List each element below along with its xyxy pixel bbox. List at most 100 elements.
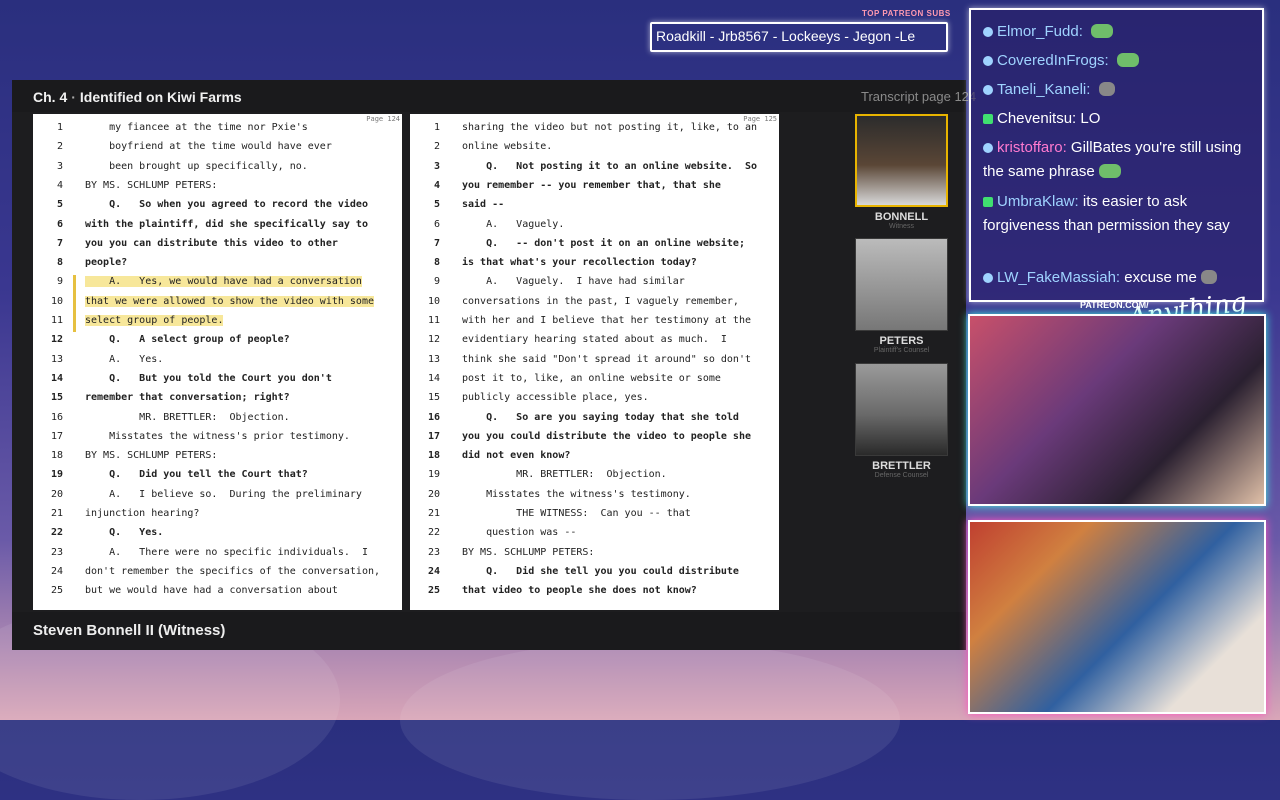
- line-text: boyfriend at the time would have ever: [85, 141, 332, 152]
- line-text-content: Q. So are you saying today that she told: [462, 411, 739, 423]
- line-number: 11: [427, 315, 440, 326]
- transcript-line: 18 did not even know?: [410, 450, 779, 469]
- line-text-content: Misstates the witness's testimony.: [462, 488, 691, 500]
- line-text: that we were allowed to show the video w…: [85, 295, 374, 307]
- transcript-line: 1 my fiancee at the time nor Pxie's: [33, 122, 402, 141]
- transcript-line: 12 Q. A select group of people?: [33, 334, 402, 353]
- transcript-line: 9 A. Yes, we would have had a conversati…: [33, 276, 402, 295]
- transcript-line: 21 THE WITNESS: Can you -- that: [410, 508, 779, 527]
- line-text: did not even know?: [462, 450, 570, 461]
- line-text-content: sharing the video but not posting it, li…: [462, 122, 758, 133]
- chat-text: excuse me: [1124, 269, 1197, 286]
- transcript-line: 17 you you could distribute the video to …: [410, 431, 779, 450]
- chat-username[interactable]: Elmor_Fudd:: [997, 23, 1083, 40]
- chat-message: UmbraKlaw: its easier to ask forgiveness…: [983, 190, 1253, 238]
- line-text: my fiancee at the time nor Pxie's: [85, 122, 308, 133]
- line-number: 14: [50, 372, 63, 384]
- transcript-line: 22 question was --: [410, 527, 779, 546]
- chat-username[interactable]: kristoffaro:: [997, 139, 1067, 156]
- transcript-line: 10 conversations in the past, I vaguely r…: [410, 296, 779, 315]
- line-number: 9: [56, 276, 63, 288]
- line-number: 8: [56, 257, 63, 269]
- chat-message: Chevenitsu: LO: [983, 107, 1253, 131]
- subscriber-badge-icon: [983, 85, 993, 95]
- line-text: think she said "Don't spread it around" …: [462, 354, 751, 365]
- witness-name: BRETTLER: [872, 460, 931, 472]
- transcript-line: 13 A. Yes.: [33, 354, 402, 373]
- line-number: 25: [427, 585, 440, 597]
- transcript-line: 8 people?: [33, 257, 402, 276]
- line-number: 17: [50, 430, 63, 442]
- chat-message: Taneli_Kaneli:: [983, 78, 1253, 102]
- line-number: 16: [427, 411, 440, 423]
- line-text-content: THE WITNESS: Can you -- that: [462, 508, 691, 519]
- line-text: Misstates the witness's testimony.: [462, 489, 691, 500]
- chat-username[interactable]: Chevenitsu:: [997, 110, 1076, 127]
- line-number: 15: [50, 392, 63, 404]
- line-number: 6: [56, 218, 63, 230]
- witness-card-bonnell: BONNELL Witness: [855, 114, 948, 230]
- chat-username[interactable]: UmbraKlaw:: [997, 193, 1079, 210]
- chat-username[interactable]: Taneli_Kaneli:: [997, 81, 1090, 98]
- line-text-content: question was --: [462, 527, 577, 539]
- line-text: A. Vaguely. I have had similar: [462, 276, 685, 287]
- line-text: Q. Not posting it to an online website. …: [462, 161, 757, 172]
- line-number: 8: [433, 257, 440, 269]
- line-number: 22: [427, 527, 440, 539]
- line-number: 11: [50, 315, 63, 326]
- transcript-line: 15 publicly accessible place, yes.: [410, 392, 779, 411]
- transcript-line: 24 Q. Did she tell you you could distrib…: [410, 566, 779, 585]
- line-text: BY MS. SCHLUMP PETERS:: [85, 180, 217, 191]
- transcript-line: 25 that video to people she does not know…: [410, 585, 779, 604]
- line-number: 6: [433, 218, 440, 230]
- line-text-content: that video to people she does not know?: [462, 585, 697, 597]
- transcript-line: 19 MR. BRETTLER: Objection.: [410, 469, 779, 488]
- current-witness-name: Steven Bonnell II (Witness): [33, 622, 226, 639]
- line-text-content: A. Vaguely.: [462, 218, 565, 230]
- emote-icon: [1200, 270, 1217, 284]
- line-text: evidentiary hearing stated about as much…: [462, 334, 727, 345]
- line-text-content: but we would have had a conversation abo…: [85, 585, 338, 597]
- line-text: Q. But you told the Court you don't: [85, 373, 332, 384]
- line-text: MR. BRETTLER: Objection.: [85, 412, 290, 423]
- line-text-content: Q. Did you tell the Court that?: [85, 469, 308, 481]
- line-text: post it to, like, an online website or s…: [462, 373, 721, 384]
- line-number: 17: [427, 430, 440, 442]
- chat-panel: Elmor_Fudd: CoveredInFrogs: Taneli_Kanel…: [969, 8, 1264, 302]
- emote-icon: [1098, 82, 1115, 96]
- line-text-content: Q. -- don't post it on an online website…: [462, 237, 745, 249]
- transcript-line: 3 Q. Not posting it to an online website…: [410, 161, 779, 180]
- line-number: 2: [56, 141, 63, 153]
- line-text: with the plaintiff, did she specifically…: [85, 219, 368, 230]
- chat-username[interactable]: LW_FakeMassiah:: [997, 269, 1120, 286]
- transcript-line: 4 you remember -- you remember that, that…: [410, 180, 779, 199]
- line-text: A. Vaguely.: [462, 219, 564, 230]
- line-number: 5: [56, 199, 63, 211]
- transcript-line: 18 BY MS. SCHLUMP PETERS:: [33, 450, 402, 469]
- transcript-line: 14 Q. But you told the Court you don't: [33, 373, 402, 392]
- transcript-line: 3 been brought up specifically, no.: [33, 161, 402, 180]
- transcript-line: 8 is that what's your recollection today?: [410, 257, 779, 276]
- chat-message: kristoffaro: GillBates you're still usin…: [983, 136, 1253, 184]
- mod-badge-icon: [983, 114, 993, 124]
- line-text: been brought up specifically, no.: [85, 161, 308, 172]
- line-text-content: did not even know?: [462, 450, 571, 462]
- patreon-subs-ticker: Roadkill - Jrb8567 - Lockeeys - Jegon -L…: [650, 22, 948, 52]
- transcript-line: 20 A. I believe so. During the prelimina…: [33, 489, 402, 508]
- line-text-content: BY MS. SCHLUMP PETERS:: [85, 450, 218, 462]
- transcript-page-left: Page 124 1 my fiancee at the time nor Px…: [33, 114, 402, 610]
- line-number: 7: [56, 237, 63, 249]
- line-number: 20: [50, 488, 63, 500]
- line-text-content: Q. A select group of people?: [85, 334, 290, 346]
- chat-username[interactable]: CoveredInFrogs:: [997, 52, 1109, 69]
- transcript-line: 6 with the plaintiff, did she specificall…: [33, 219, 402, 238]
- line-text: BY MS. SCHLUMP PETERS:: [85, 450, 217, 461]
- line-number: 19: [427, 469, 440, 481]
- line-number: 2: [433, 141, 440, 153]
- chat-message: LW_FakeMassiah: excuse me: [983, 266, 1253, 290]
- line-number: 22: [50, 527, 63, 539]
- line-number: 18: [427, 450, 440, 462]
- line-text: Q. Did you tell the Court that?: [85, 469, 308, 480]
- chat-text: LO: [1080, 110, 1101, 127]
- witness-card-peters: PETERS Plaintiff's Counsel: [855, 238, 948, 354]
